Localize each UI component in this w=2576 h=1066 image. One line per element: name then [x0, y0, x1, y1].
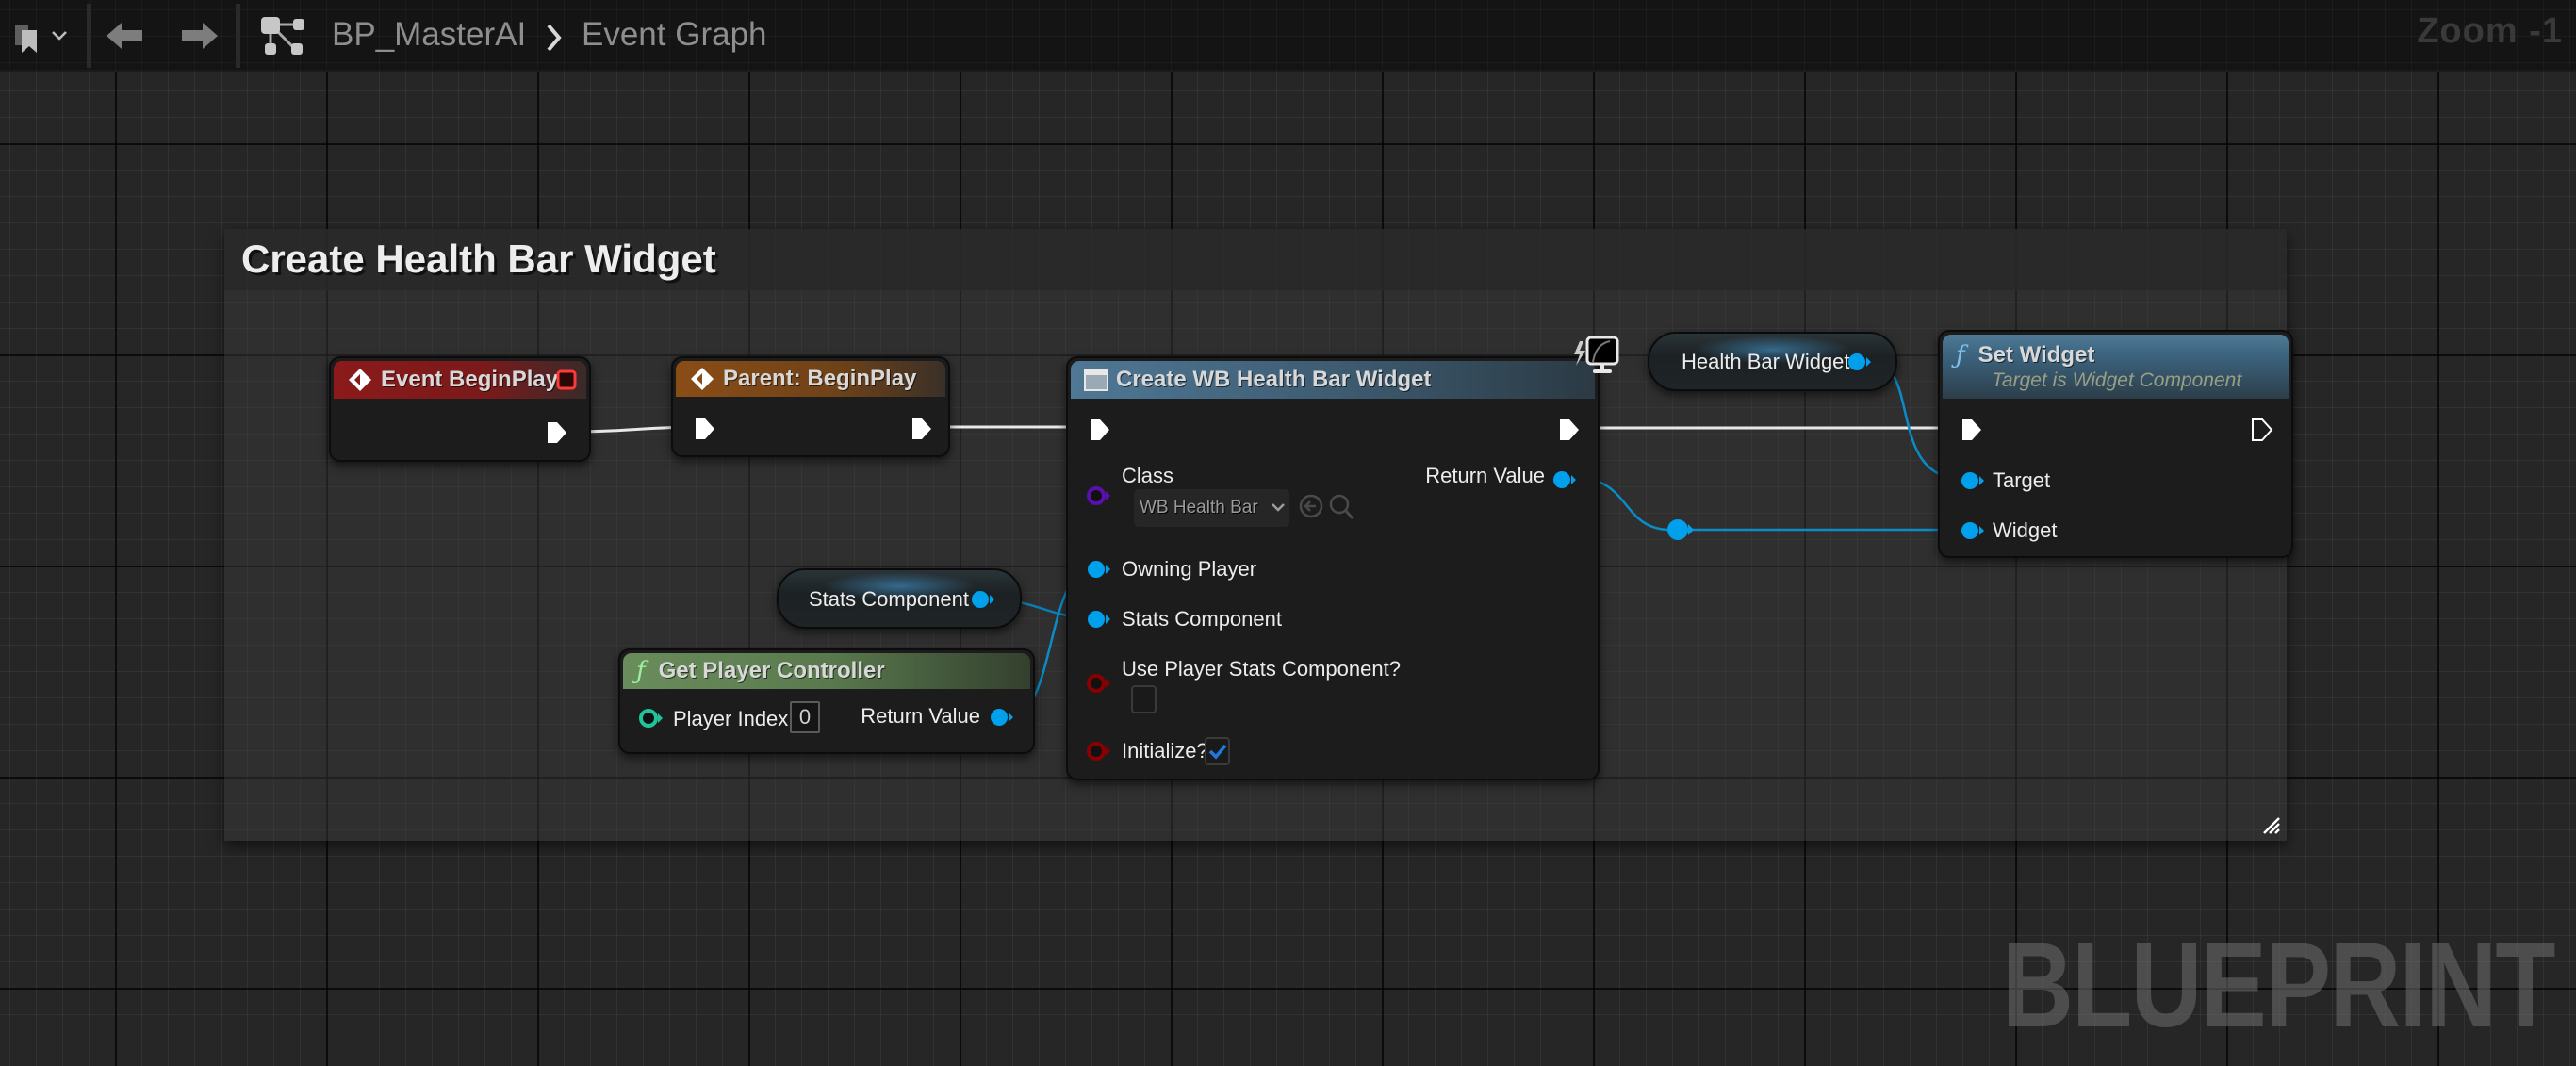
graph-hierarchy-icon[interactable]: [260, 17, 305, 55]
client-monitor-icon: [1574, 336, 1619, 373]
owning-player-pin[interactable]: [1087, 559, 1111, 580]
exec-out-pin[interactable]: [911, 417, 933, 441]
browse-asset-search-icon[interactable]: [1328, 493, 1354, 521]
exec-in-pin[interactable]: [1961, 418, 1983, 442]
toolbar-separator: [87, 4, 91, 68]
function-icon: ƒ: [1956, 341, 1965, 369]
breadcrumb-graph[interactable]: Event Graph: [582, 12, 767, 57]
health-bar-widget-variable-node[interactable]: Health Bar Widget: [1648, 332, 1897, 391]
exec-in-pin[interactable]: [1089, 418, 1111, 442]
resize-handle-icon[interactable]: [2260, 814, 2281, 835]
set-widget-node[interactable]: ƒ Set Widget Target is Widget Component …: [1938, 330, 2293, 558]
widget-pin[interactable]: [1961, 520, 1985, 541]
initialize-checkbox[interactable]: [1205, 737, 1230, 765]
arrow-left-icon[interactable]: [106, 17, 145, 55]
widget-window-icon: [1084, 369, 1108, 391]
chevron-right-icon: [543, 19, 566, 57]
node-title: Create WB Health Bar Widget: [1116, 367, 1432, 392]
use-player-stats-label: Use Player Stats Component?: [1122, 657, 1401, 681]
graph-toolbar: BP_MasterAI Event Graph Zoom -1: [0, 0, 2576, 72]
target-pin[interactable]: [1961, 470, 1985, 491]
widget-label: Widget: [1993, 518, 2058, 542]
checkmark-icon: [1208, 744, 1226, 760]
comment-title[interactable]: Create Health Bar Widget: [241, 237, 716, 282]
stats-component-pin[interactable]: [1087, 609, 1111, 630]
toolbar-separator: [236, 4, 240, 68]
return-value-label: Return Value: [861, 704, 980, 728]
node-title: Set Widget: [1977, 342, 2095, 368]
use-selected-asset-icon[interactable]: [1298, 493, 1324, 519]
player-index-pin[interactable]: [639, 708, 664, 729]
bookmark-icon[interactable]: [13, 17, 40, 55]
target-label: Target: [1993, 468, 2051, 492]
variable-label: Stats Component: [809, 587, 969, 611]
breadcrumb-blueprint[interactable]: BP_MasterAI: [332, 12, 526, 57]
use-player-stats-checkbox[interactable]: [1131, 685, 1157, 713]
owning-player-label: Owning Player: [1122, 557, 1257, 581]
event-beginplay-node[interactable]: Event BeginPlay: [329, 356, 591, 462]
exec-out-pin[interactable]: [2251, 418, 2273, 442]
zoom-level-label: Zoom -1: [2417, 11, 2563, 51]
player-index-label: Player Index: [673, 707, 789, 730]
exec-in-pin[interactable]: [694, 417, 716, 441]
node-title: Event BeginPlay: [381, 367, 559, 392]
event-diamond-icon: [349, 369, 371, 391]
class-dropdown[interactable]: WB Health Bar: [1134, 489, 1289, 527]
class-dropdown-value: WB Health Bar: [1140, 498, 1258, 517]
variable-out-pin[interactable]: [971, 589, 995, 610]
event-diamond-icon: [691, 368, 714, 390]
stats-component-label: Stats Component: [1122, 607, 1282, 631]
chevron-down-icon: [1271, 503, 1285, 512]
return-value-pin[interactable]: [990, 707, 1014, 728]
initialize-pin[interactable]: [1087, 741, 1111, 762]
comment-title-bar[interactable]: Create Health Bar Widget: [224, 229, 2287, 290]
chevron-down-icon[interactable]: [49, 17, 70, 55]
exec-out-pin[interactable]: [546, 420, 568, 445]
node-title: Parent: BeginPlay: [723, 366, 917, 391]
blueprint-watermark: BLUEPRINT: [2002, 918, 2555, 1053]
delegate-pin-icon[interactable]: [556, 369, 577, 390]
parent-beginplay-node[interactable]: Parent: BeginPlay: [671, 356, 950, 457]
class-label: Class: [1122, 464, 1174, 487]
player-index-input[interactable]: 0: [790, 701, 820, 733]
variable-label: Health Bar Widget: [1682, 350, 1850, 373]
class-pin[interactable]: [1087, 485, 1111, 506]
node-title: Get Player Controller: [658, 658, 885, 683]
function-icon: ƒ: [636, 657, 646, 685]
variable-out-pin[interactable]: [1847, 352, 1872, 372]
initialize-label: Initialize?: [1122, 739, 1208, 763]
get-player-controller-node[interactable]: ƒ Get Player Controller Player Index 0 R…: [618, 648, 1035, 754]
arrow-right-icon[interactable]: [179, 17, 219, 55]
exec-out-pin[interactable]: [1558, 418, 1581, 442]
use-player-stats-pin[interactable]: [1087, 673, 1111, 694]
return-value-pin[interactable]: [1552, 469, 1577, 490]
return-value-label: Return Value: [1425, 464, 1545, 487]
node-subtitle: Target is Widget Component: [1992, 369, 2242, 391]
stats-component-variable-node[interactable]: Stats Component: [777, 568, 1022, 629]
create-widget-node[interactable]: Create WB Health Bar Widget Class WB Hea…: [1066, 356, 1600, 780]
